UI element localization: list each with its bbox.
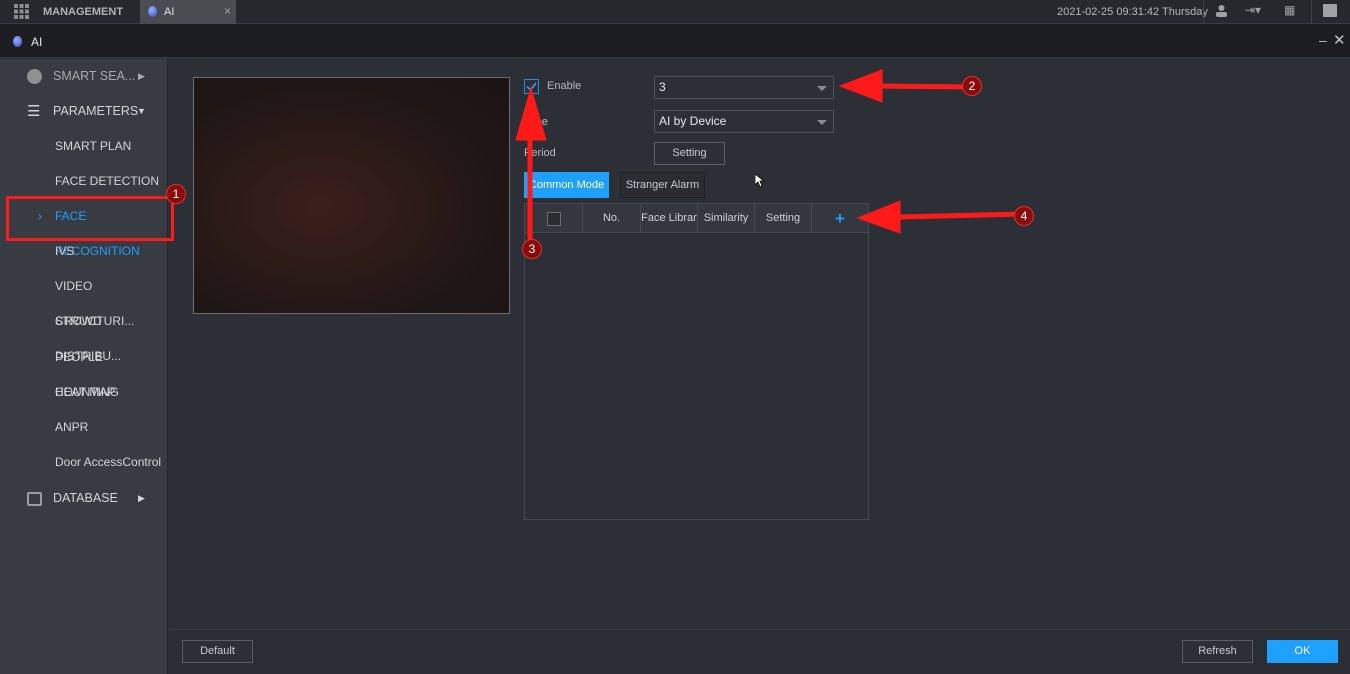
select-all-checkbox[interactable] — [547, 212, 561, 226]
logout-icon[interactable]: ⇥▾ — [1245, 3, 1261, 17]
smart-search-icon — [27, 69, 42, 84]
sidebar-item-face-detection[interactable]: FACE DETECTION — [0, 164, 168, 199]
annotation-badge-3: 3 — [522, 239, 542, 259]
top-bar: MANAGEMENT AI × 2021-02-25 09:31:42 Thur… — [0, 0, 1350, 24]
channel-value: 3 — [659, 80, 666, 94]
add-icon[interactable]: + — [812, 204, 868, 233]
sidebar-group-smart-search[interactable]: SMART SEA... ▶ — [0, 59, 168, 94]
sidebar-item-people-counting[interactable]: PEOPLE COUNTING — [0, 340, 168, 399]
window-title-bar: AI – ✕ — [0, 24, 1350, 58]
column-setting: Setting — [755, 204, 812, 233]
sidebar-group-label: SMART SEA... — [53, 69, 136, 83]
list-icon: ☰ — [27, 103, 41, 120]
ai-icon — [148, 6, 157, 17]
enable-checkbox[interactable] — [524, 79, 539, 94]
sidebar-item-anpr[interactable]: ANPR — [0, 410, 168, 445]
enable-label: Enable — [547, 80, 582, 92]
chevron-down-icon: ▼ — [137, 106, 146, 116]
datetime: 2021-02-25 09:31:42 Thursday — [1057, 6, 1208, 18]
management-menu[interactable]: MANAGEMENT — [43, 6, 123, 18]
video-preview — [193, 77, 510, 314]
chevron-right-icon: ▶ — [138, 493, 145, 503]
minimize-icon[interactable]: – — [1319, 32, 1327, 48]
footer-bar — [169, 629, 1350, 674]
sidebar-item-crowd-distribution[interactable]: CROWD DISTRIBU... — [0, 304, 168, 363]
face-library-table: No. Face Librar Similarity Setting + — [524, 203, 869, 520]
annotation-badge-1: 1 — [166, 184, 186, 204]
type-select[interactable]: AI by Device — [654, 110, 834, 133]
type-label: Type — [524, 116, 548, 128]
ai-icon — [13, 36, 22, 47]
annotation-badge-2: 2 — [962, 76, 982, 96]
channel-select[interactable]: 3 — [654, 76, 834, 99]
sidebar-group-database[interactable]: DATABASE ▶ — [0, 481, 168, 516]
chevron-right-icon: ▶ — [138, 71, 145, 81]
tab-ai[interactable]: AI × — [140, 0, 236, 24]
tab-common-mode[interactable]: Common Mode — [524, 172, 609, 198]
grid-menu-icon[interactable] — [14, 4, 29, 19]
annotation-highlight-box — [6, 196, 174, 241]
default-button[interactable]: Default — [182, 640, 253, 663]
window-title: AI — [31, 35, 43, 49]
mouse-cursor-icon — [755, 174, 765, 188]
period-label: Period — [524, 147, 556, 159]
sidebar-group-parameters[interactable]: ☰ PARAMETERS ▼ — [0, 94, 168, 129]
close-icon[interactable]: ✕ — [1333, 31, 1346, 49]
sidebar: SMART SEA... ▶ ☰ PARAMETERS ▼ SMART PLAN… — [0, 59, 168, 674]
column-no: No. — [583, 204, 641, 233]
sidebar-group-label: DATABASE — [53, 491, 118, 505]
display-icon[interactable] — [1323, 4, 1337, 17]
sidebar-item-video-structuring[interactable]: VIDEO STRUCTURI... — [0, 269, 168, 328]
ok-button[interactable]: OK — [1267, 640, 1338, 663]
qr-code-icon[interactable]: ▦ — [1284, 3, 1295, 17]
annotation-badge-4: 4 — [1014, 206, 1034, 226]
sidebar-item-smart-plan[interactable]: SMART PLAN — [0, 129, 168, 164]
database-icon — [27, 492, 42, 506]
column-similarity: Similarity — [698, 204, 755, 233]
sidebar-item-heat-map[interactable]: HEAT MAP — [0, 375, 168, 410]
user-icon[interactable] — [1216, 4, 1227, 17]
column-face-library: Face Librar — [641, 204, 698, 233]
table-header: No. Face Librar Similarity Setting + — [525, 204, 868, 233]
period-setting-button[interactable]: Setting — [654, 142, 725, 165]
close-tab-icon[interactable]: × — [224, 4, 231, 18]
tab-stranger-alarm[interactable]: Stranger Alarm — [620, 172, 705, 198]
sidebar-item-door-access-control[interactable]: Door AccessControl — [0, 445, 168, 480]
sidebar-group-label: PARAMETERS — [53, 104, 139, 118]
chevron-down-icon — [817, 86, 827, 91]
refresh-button[interactable]: Refresh — [1182, 640, 1253, 663]
chevron-down-icon — [817, 120, 827, 125]
tab-label: AI — [164, 6, 175, 18]
check-icon — [526, 82, 537, 92]
type-value: AI by Device — [659, 114, 727, 128]
